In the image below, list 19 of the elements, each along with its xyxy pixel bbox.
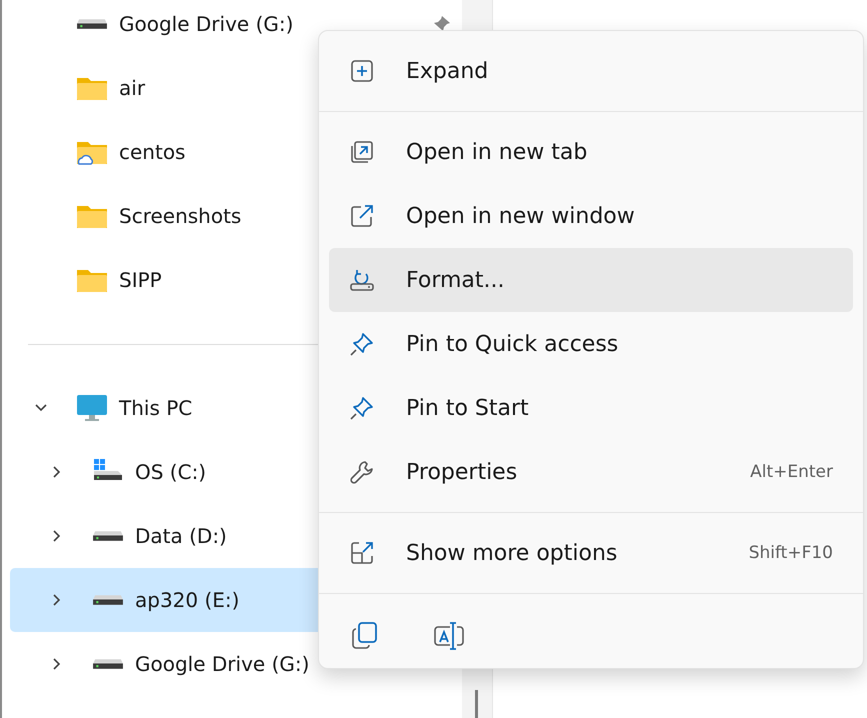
drive-icon	[76, 18, 108, 30]
drive-icon	[92, 658, 124, 670]
new-tab-icon	[349, 139, 375, 165]
shortcut-text: Shift+F10	[748, 543, 833, 563]
shortcut-text: Alt+Enter	[750, 462, 833, 482]
new-window-icon	[349, 203, 375, 229]
scrollbar-thumb[interactable]	[475, 690, 478, 718]
pin-icon	[349, 331, 375, 357]
more-options-icon	[349, 540, 375, 566]
rename-icon[interactable]	[433, 620, 465, 652]
expand-icon	[349, 58, 375, 84]
menu-item[interactable]: Format...	[329, 248, 853, 312]
tree-item[interactable]: Google Drive (G:)	[10, 632, 462, 696]
drive-icon	[92, 594, 124, 606]
format-icon	[349, 267, 375, 293]
pin-icon	[349, 395, 375, 421]
wrench-icon	[349, 459, 375, 485]
monitor-icon	[76, 392, 108, 424]
drive-icon	[92, 530, 124, 542]
